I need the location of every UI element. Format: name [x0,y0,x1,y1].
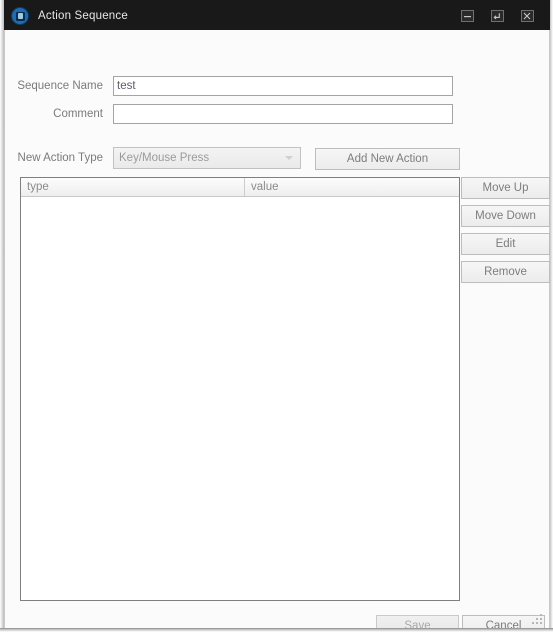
move-up-button[interactable]: Move Up [461,177,550,199]
move-down-button[interactable]: Move Down [461,205,550,227]
add-new-action-button[interactable]: Add New Action [315,148,460,170]
column-header-value[interactable]: value [244,178,459,196]
comment-input[interactable] [113,104,453,124]
action-list[interactable]: type value [20,177,460,601]
app-icon [12,8,28,24]
window-frame-left-edge [0,0,4,632]
comment-row: Comment [5,104,465,124]
close-button[interactable] [512,6,542,26]
new-action-type-label: New Action Type [17,152,103,164]
column-header-type[interactable]: type [21,178,244,196]
sequence-name-label: Sequence Name [17,80,103,92]
sequence-name-row: Sequence Name [5,76,465,96]
new-action-type-value: Key/Mouse Press [119,152,210,164]
application-window: Action Sequence Sequence Name test Comme… [0,0,553,632]
sequence-name-input[interactable] [113,76,453,96]
window-title: Action Sequence [38,10,128,22]
action-list-header: type value [21,178,459,197]
minimize-button[interactable] [452,6,482,26]
resize-grip-icon[interactable] [532,614,544,624]
title-bar[interactable]: Action Sequence [4,2,550,30]
action-list-body[interactable] [21,197,459,600]
chevron-down-icon [285,156,293,160]
new-action-type-select[interactable]: Key/Mouse Press [113,147,301,169]
dialog-client-area: Sequence Name Comment New Action Type Ke… [4,30,550,632]
restore-button[interactable] [482,6,512,26]
edit-button[interactable]: Edit [461,233,550,255]
window-frame-bottom-edge [0,628,553,632]
window-controls [452,6,542,26]
remove-button[interactable]: Remove [461,261,550,283]
comment-label: Comment [53,108,103,120]
